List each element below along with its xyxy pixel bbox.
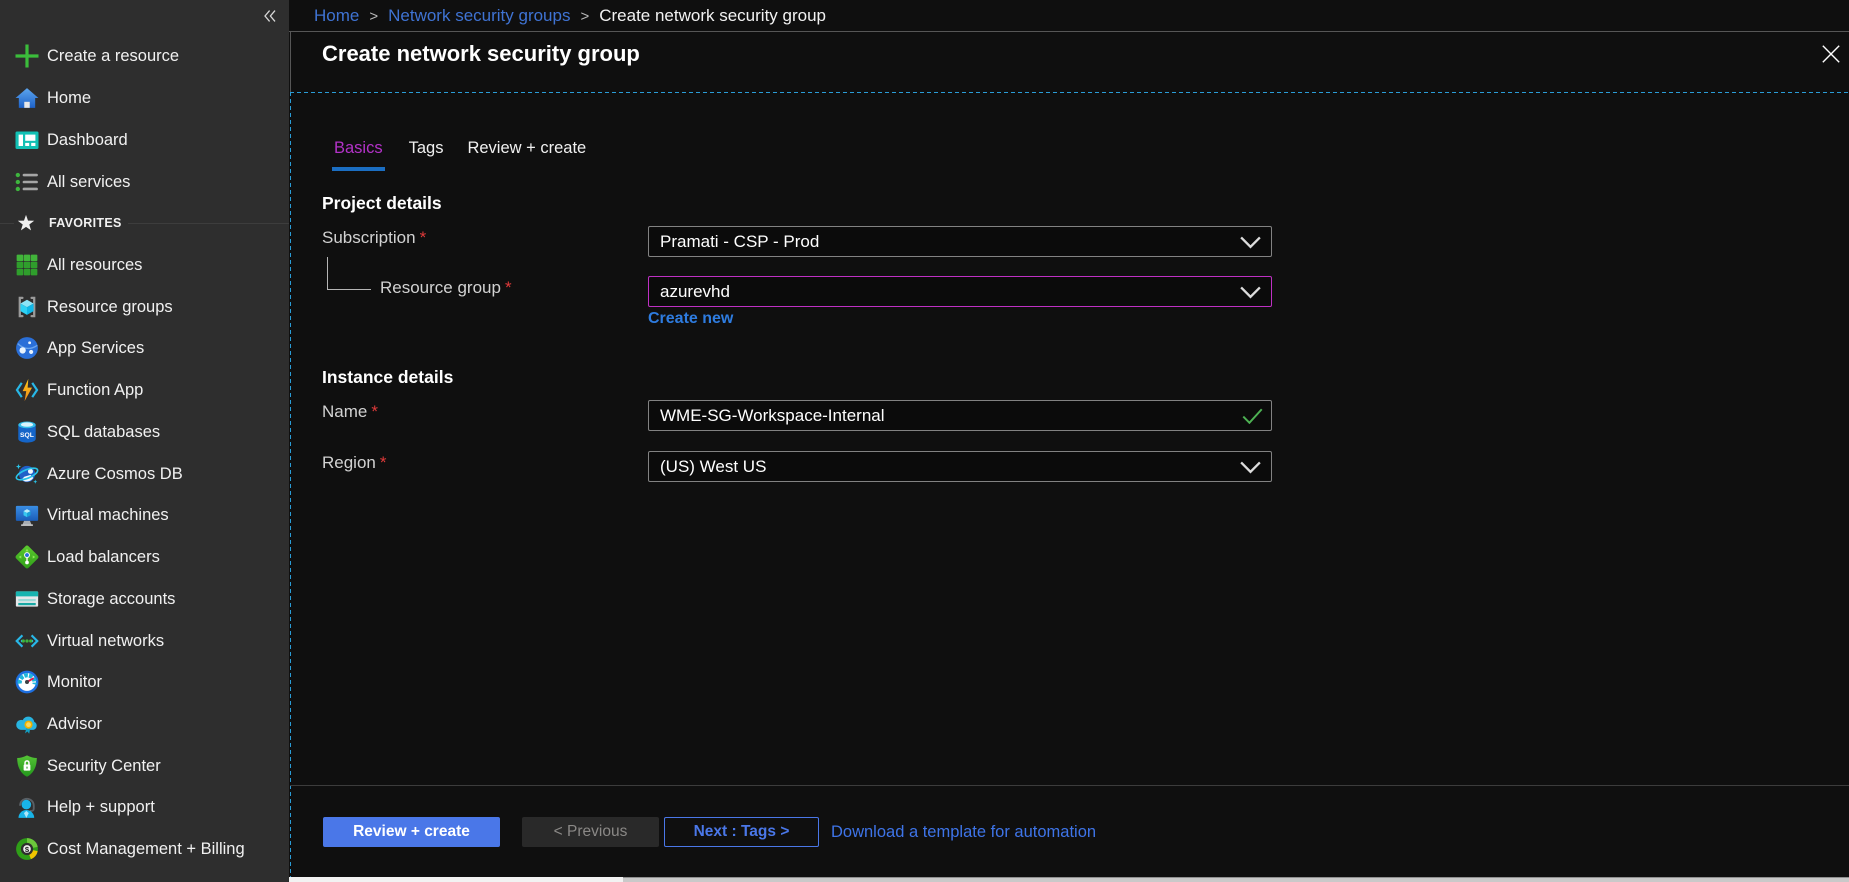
svg-text:$: $ — [25, 845, 30, 854]
svg-text:SQL: SQL — [20, 432, 34, 439]
